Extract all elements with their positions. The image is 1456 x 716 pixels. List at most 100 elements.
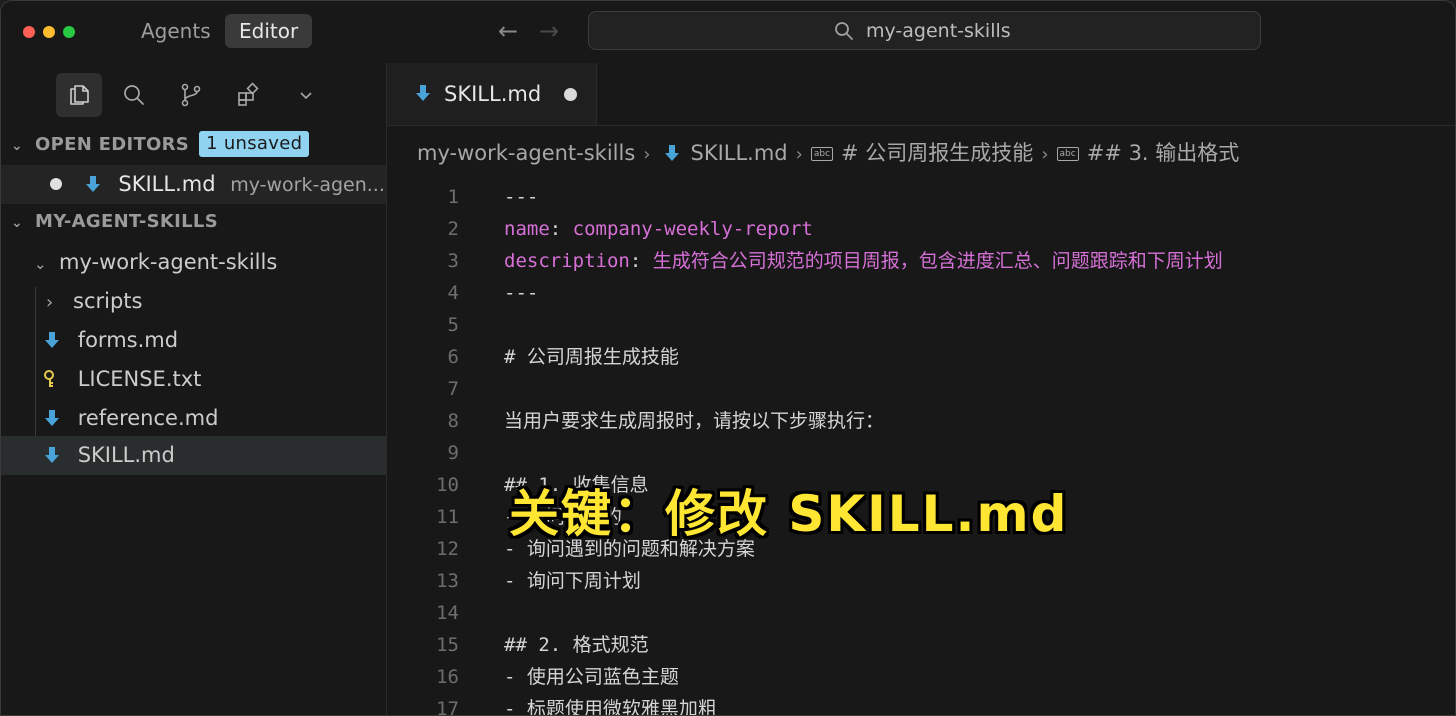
tab-bar: SKILL.md — [387, 63, 1455, 126]
line-number: 7 — [447, 378, 459, 400]
zoom-window-button[interactable] — [63, 26, 75, 38]
markdown-arrow-icon — [45, 447, 59, 463]
tree-item-label: scripts — [73, 289, 143, 313]
tree-item-label: reference.md — [77, 406, 219, 430]
code-line: 3 description: 生成符合公司规范的项目周报，包含进度汇总、问题跟踪和… — [387, 245, 1455, 277]
tab-skill-md[interactable]: SKILL.md — [387, 63, 597, 125]
chevron-down-icon: ⌄ — [11, 138, 24, 154]
code-line: 1 --- — [387, 181, 1455, 213]
line-number: 2 — [447, 218, 459, 240]
files-icon — [70, 85, 89, 105]
line-text: 当用户要求生成周报时，请按以下步骤执行： — [504, 410, 885, 432]
search-button[interactable] — [111, 73, 157, 117]
tree-item-forms[interactable]: forms.md — [1, 321, 386, 360]
line-number: 5 — [447, 314, 459, 336]
extensions-icon — [238, 82, 259, 106]
open-editor-item[interactable]: SKILL.md my-work-agen... — [1, 165, 386, 204]
forward-arrow-icon[interactable]: → — [539, 17, 559, 45]
folder-label: my-work-agent-skills — [59, 250, 278, 274]
line-number: 12 — [436, 538, 459, 560]
tab-label: SKILL.md — [444, 82, 542, 106]
unsaved-dot-icon[interactable] — [564, 88, 577, 101]
open-editors-header[interactable]: ⌄ OPEN EDITORS 1 unsaved — [1, 128, 386, 162]
chevron-down-icon: ⌄ — [34, 255, 47, 273]
chevron-right-icon: › — [1041, 144, 1049, 165]
line-number: 3 — [447, 250, 459, 272]
tree-item-reference[interactable]: reference.md — [1, 399, 386, 438]
code-line: 5 — [387, 309, 1455, 341]
line-number: 4 — [447, 282, 459, 304]
more-views-button[interactable] — [283, 73, 329, 117]
line-text: --- — [504, 282, 539, 304]
tree-item-scripts[interactable]: › scripts — [1, 282, 386, 321]
line-number: 8 — [447, 410, 459, 432]
line-number: 17 — [436, 698, 459, 716]
line-text: - 询问下周计划 — [504, 570, 641, 592]
video-caption: 关键：修改 SKILL.md — [509, 485, 1069, 543]
line-text: - 使用公司蓝色主题 — [504, 666, 679, 688]
chevron-right-icon: › — [795, 144, 803, 165]
tree-item-skill[interactable]: SKILL.md — [1, 436, 386, 475]
search-text: my-agent-skills — [866, 20, 1011, 42]
breadcrumb-h1[interactable]: # 公司周报生成技能 — [841, 141, 1033, 165]
line-text: # 公司周报生成技能 — [504, 346, 679, 368]
line-number: 6 — [447, 346, 459, 368]
line-text: description: 生成符合公司规范的项目周报，包含进度汇总、问题跟踪和下… — [504, 250, 1223, 272]
line-number: 15 — [436, 634, 459, 656]
code-line: 17 - 标题使用微软雅黑加粗 — [387, 693, 1455, 716]
unsaved-badge: 1 unsaved — [199, 131, 310, 157]
yaml-value: 生成符合公司规范的项目周报，包含进度汇总、问题跟踪和下周计划 — [641, 250, 1223, 272]
extensions-button[interactable] — [225, 73, 271, 117]
string-symbol-icon: abc — [1056, 147, 1079, 161]
chevron-down-icon — [300, 92, 312, 100]
code-line: 15 ## 2. 格式规范 — [387, 629, 1455, 661]
markdown-arrow-icon — [45, 332, 59, 348]
line-number: 16 — [436, 666, 459, 688]
minimize-window-button[interactable] — [43, 26, 55, 38]
line-number: 14 — [436, 602, 459, 624]
command-search-bar[interactable]: my-agent-skills — [588, 11, 1261, 50]
unsaved-dot-icon — [50, 178, 62, 190]
breadcrumb-h2[interactable]: ## 3. 输出格式 — [1087, 141, 1240, 165]
search-icon — [835, 22, 853, 40]
code-line: 14 — [387, 597, 1455, 629]
string-symbol-icon: abc — [810, 147, 834, 161]
code-line: 13 - 询问下周计划 — [387, 565, 1455, 597]
code-line: 7 — [387, 373, 1455, 405]
yaml-key: description — [504, 250, 630, 272]
explorer-button[interactable] — [56, 73, 102, 117]
workspace-header[interactable]: ⌄ MY-AGENT-SKILLS — [1, 205, 386, 239]
line-number: 9 — [447, 442, 459, 464]
activity-bar — [1, 63, 386, 125]
source-control-button[interactable] — [168, 73, 214, 117]
line-number: 10 — [436, 474, 459, 496]
mode-tab-editor[interactable]: Editor — [225, 14, 313, 48]
tree-item-license[interactable]: LICENSE.txt — [1, 360, 386, 399]
markdown-arrow-icon — [45, 410, 59, 426]
mode-tab-agents[interactable]: Agents — [127, 14, 225, 48]
code-line: 6 # 公司周报生成技能 — [387, 341, 1455, 373]
title-bar: Agents Editor ← → my-agent-skills — [1, 1, 1455, 64]
back-arrow-icon[interactable]: ← — [498, 17, 518, 45]
code-line: 8 当用户要求生成周报时，请按以下步骤执行： — [387, 405, 1455, 437]
markdown-arrow-icon — [85, 176, 100, 192]
breadcrumb: my-work-agent-skills › SKILL.md › abc # 公司周报生… — [417, 135, 1239, 171]
git-branch-icon — [181, 83, 201, 107]
open-editors-title: OPEN EDITORS — [35, 134, 190, 155]
breadcrumb-file[interactable]: SKILL.md — [690, 141, 787, 165]
folder-item[interactable]: ⌄ my-work-agent-skills — [1, 243, 386, 282]
close-window-button[interactable] — [23, 26, 35, 38]
breadcrumb-root[interactable]: my-work-agent-skills — [417, 141, 635, 165]
editor-window: Agents Editor ← → my-agent-skills ⌄ OPEN… — [0, 0, 1456, 716]
code-line: 9 — [387, 437, 1455, 469]
search-icon — [124, 85, 144, 105]
yaml-key: name — [504, 218, 550, 240]
tree-item-label: forms.md — [77, 328, 179, 352]
markdown-arrow-icon — [416, 85, 430, 101]
line-number: 1 — [447, 186, 459, 208]
code-line: 4 --- — [387, 277, 1455, 309]
line-text: name: company-weekly-report — [504, 218, 813, 240]
line-number: 11 — [436, 506, 459, 528]
markdown-arrow-icon — [665, 145, 680, 161]
workspace-title: MY-AGENT-SKILLS — [35, 211, 218, 232]
